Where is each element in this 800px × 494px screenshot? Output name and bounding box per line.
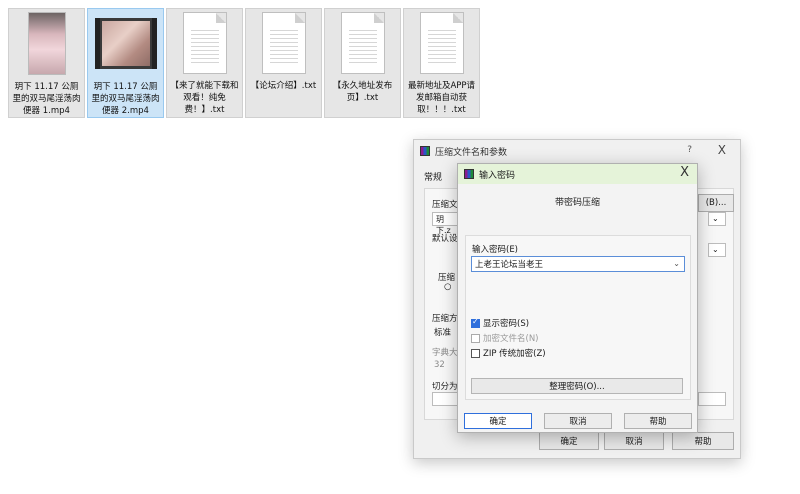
file-item-txt-2[interactable]: 【论坛介绍】.txt <box>245 8 322 118</box>
password-heading: 带密码压缩 <box>554 198 600 208</box>
checkbox-icon <box>471 333 480 343</box>
file-item-txt-4[interactable]: 最新地址及APP请发邮箱自动获取！！！.txt <box>403 8 480 118</box>
dictionary-value[interactable]: 32 <box>434 360 445 370</box>
checkbox-checked-icon <box>471 317 480 328</box>
password-value: 上老王论坛当老王 <box>475 260 544 270</box>
browse-button[interactable]: (B)... <box>698 194 734 212</box>
file-list: 玥下 11.17 公厕里的双马尾淫荡肉便器 1.mp4 玥下 11.17 公厕里… <box>8 8 480 118</box>
zip-legacy-checkbox[interactable]: ZIP 传统加密(Z) <box>471 347 546 359</box>
file-name: 【来了就能下载和观看！纯免费！】.txt <box>170 81 239 115</box>
archive-name-label: 压缩文 <box>432 200 458 210</box>
password-input[interactable]: 上老王论坛当老王 ⌄ <box>471 256 685 272</box>
password-dialog-title: 输入密码 <box>479 170 516 181</box>
file-name: 【永久地址发布页】.txt <box>332 81 393 103</box>
archive-dialog-titlebar: 压缩文件名和参数 ? X <box>414 140 740 162</box>
tab-general[interactable]: 常规 <box>424 170 442 183</box>
winrar-icon <box>464 169 474 179</box>
file-item-txt-3[interactable]: 【永久地址发布页】.txt <box>324 8 401 118</box>
show-password-label: 显示密码(S) <box>483 319 530 329</box>
file-name: 玥下 11.17 公厕里的双马尾淫荡肉便器 1.mp4 <box>12 82 81 116</box>
winrar-icon <box>420 146 430 156</box>
chevron-down-icon[interactable]: ⌄ <box>673 259 680 268</box>
close-icon[interactable]: X <box>680 165 689 180</box>
text-file-icon <box>261 12 306 74</box>
video-thumbnail <box>27 12 66 75</box>
file-name: 玥下 11.17 公厕里的双马尾淫荡肉便器 2.mp4 <box>91 82 160 116</box>
method-value[interactable]: 标准 <box>434 326 451 338</box>
text-file-icon <box>340 12 385 74</box>
zip-legacy-label: ZIP 传统加密(Z) <box>483 349 546 359</box>
default-settings-label: 默认设 <box>432 234 458 244</box>
organize-passwords-button[interactable]: 整理密码(O)... <box>471 378 683 394</box>
profile-dropdown[interactable]: ⌄ <box>708 243 726 257</box>
password-ok-button[interactable]: 确定 <box>464 413 532 429</box>
encrypt-filenames-checkbox[interactable]: 加密文件名(N) <box>471 332 539 344</box>
text-file-icon <box>182 12 227 74</box>
split-unit-dropdown[interactable] <box>698 392 726 406</box>
archive-cancel-button[interactable]: 取消 <box>604 432 664 450</box>
archive-dialog-title: 压缩文件名和参数 <box>435 147 508 158</box>
method-label: 压缩方 <box>432 314 458 324</box>
file-item-video-1[interactable]: 玥下 11.17 公厕里的双马尾淫荡肉便器 1.mp4 <box>8 8 85 118</box>
file-item-txt-1[interactable]: 【来了就能下载和观看！纯免费！】.txt <box>166 8 243 118</box>
encrypt-filenames-label: 加密文件名(N) <box>483 334 539 344</box>
password-help-button[interactable]: 帮助 <box>624 413 692 429</box>
help-icon[interactable]: ? <box>687 145 692 155</box>
video-thumbnail <box>94 18 157 69</box>
format-radio[interactable]: ○ <box>444 282 451 292</box>
file-name: 最新地址及APP请发邮箱自动获取！！！.txt <box>407 81 476 115</box>
file-name: 【论坛介绍】.txt <box>250 81 317 91</box>
text-file-icon <box>419 12 464 74</box>
archive-name-dropdown[interactable]: ⌄ <box>708 212 726 226</box>
close-icon[interactable]: X <box>718 143 726 157</box>
password-cancel-button[interactable]: 取消 <box>544 413 612 429</box>
split-label: 切分为 <box>432 382 458 392</box>
password-dialog-titlebar: 输入密码 X <box>458 164 697 184</box>
file-item-video-2[interactable]: 玥下 11.17 公厕里的双马尾淫荡肉便器 2.mp4 <box>87 8 164 118</box>
archive-ok-button[interactable]: 确定 <box>539 432 599 450</box>
password-label: 输入密码(E) <box>472 245 519 255</box>
checkbox-icon <box>471 348 480 358</box>
dictionary-label: 字典大 <box>432 348 458 358</box>
password-dialog: 输入密码 X 带密码压缩 输入密码(E) 上老王论坛当老王 ⌄ 显示密码(S) … <box>457 163 698 433</box>
archive-help-button[interactable]: 帮助 <box>672 432 734 450</box>
show-password-checkbox[interactable]: 显示密码(S) <box>471 317 529 329</box>
